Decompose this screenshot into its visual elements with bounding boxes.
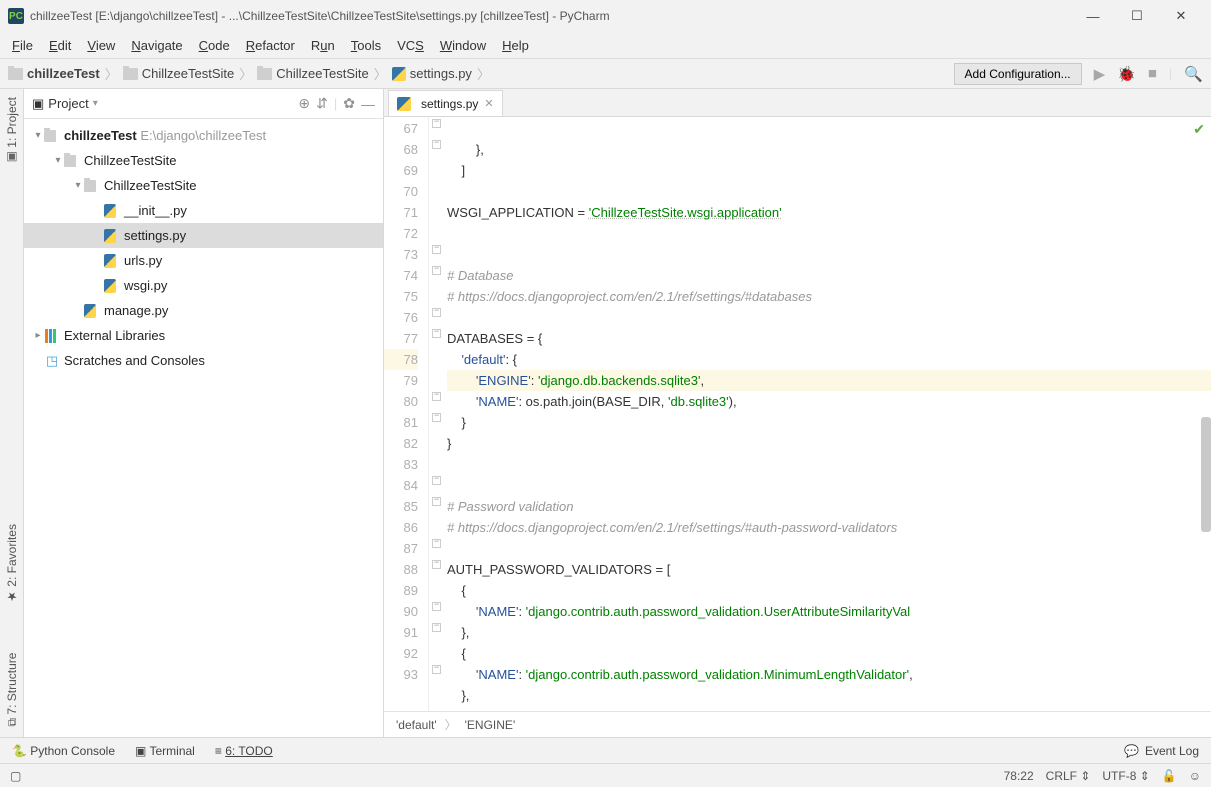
collapse-icon[interactable]: ⇵ bbox=[316, 95, 328, 112]
fold-column[interactable] bbox=[429, 117, 447, 711]
left-tool-strip: ▣1: Project ★2: Favorites ⧉7: Structure bbox=[0, 89, 24, 737]
project-panel-title: Project bbox=[48, 96, 88, 111]
menu-window[interactable]: Window bbox=[432, 36, 494, 55]
tab-label: settings.py bbox=[421, 97, 478, 111]
breadcrumb[interactable]: chillzeeTest 〉 ChillzeeTestSite 〉 Chillz… bbox=[8, 64, 495, 83]
crumb-2: ChillzeeTestSite bbox=[276, 66, 369, 81]
tree-file[interactable]: __init__.py bbox=[24, 198, 383, 223]
tree-folder[interactable]: ▾ChillzeeTestSite bbox=[24, 173, 383, 198]
event-log-tab[interactable]: 💬 Event Log bbox=[1124, 744, 1199, 758]
menu-vcs[interactable]: VCS bbox=[389, 36, 432, 55]
settings-icon[interactable]: ✿ bbox=[343, 95, 355, 112]
project-panel-icon: ▣ bbox=[32, 96, 44, 112]
cursor-position[interactable]: 78:22 bbox=[1004, 769, 1034, 783]
python-console-tab[interactable]: 🐍 Python Console bbox=[12, 744, 115, 758]
project-tree[interactable]: ▾chillzeeTest E:\django\chillzeeTest ▾Ch… bbox=[24, 119, 383, 377]
stop-icon[interactable]: ■ bbox=[1148, 65, 1157, 82]
menu-edit[interactable]: Edit bbox=[41, 36, 79, 55]
titlebar: PC chillzeeTest [E:\django\chillzeeTest]… bbox=[0, 0, 1211, 32]
tree-file-selected[interactable]: settings.py bbox=[24, 223, 383, 248]
todo-tab[interactable]: ≡ 6: TODO bbox=[215, 744, 273, 758]
code-content[interactable]: 💡 }, ]WSGI_APPLICATION = 'ChillzeeTestSi… bbox=[447, 117, 1211, 711]
crumb-1: ChillzeeTestSite bbox=[142, 66, 235, 81]
tree-file[interactable]: wsgi.py bbox=[24, 273, 383, 298]
crumb-file: settings.py bbox=[410, 66, 472, 81]
minimize-button[interactable]: — bbox=[1071, 2, 1115, 30]
tree-folder[interactable]: ▾ChillzeeTestSite bbox=[24, 148, 383, 173]
tool-windows-icon[interactable]: ▢ bbox=[10, 769, 21, 783]
debug-icon[interactable]: 🐞 bbox=[1117, 65, 1136, 83]
hector-icon[interactable]: ☺ bbox=[1189, 769, 1201, 783]
menu-refactor[interactable]: Refactor bbox=[238, 36, 303, 55]
tab-project[interactable]: ▣1: Project bbox=[5, 97, 19, 165]
file-encoding[interactable]: UTF-8 ⇕ bbox=[1102, 769, 1149, 783]
terminal-tab[interactable]: ▣ Terminal bbox=[135, 744, 195, 758]
tree-scratches[interactable]: ◳Scratches and Consoles bbox=[24, 348, 383, 373]
project-panel: ▣ Project ▾ ⊕ ⇵ | ✿ — ▾chillzeeTest E:\d… bbox=[24, 89, 384, 737]
folder-icon bbox=[123, 68, 138, 80]
tree-file[interactable]: urls.py bbox=[24, 248, 383, 273]
menu-code[interactable]: Code bbox=[191, 36, 238, 55]
menu-help[interactable]: Help bbox=[494, 36, 537, 55]
line-gutter: 6768697071727374757677787980818283848586… bbox=[384, 117, 429, 711]
tab-structure[interactable]: ⧉7: Structure bbox=[5, 653, 19, 727]
pycharm-icon: PC bbox=[8, 8, 24, 24]
window-title: chillzeeTest [E:\django\chillzeeTest] - … bbox=[30, 9, 1071, 23]
folder-icon bbox=[8, 68, 23, 80]
editor-area: settings.py ✕ ✔ 676869707172737475767778… bbox=[384, 89, 1211, 737]
menu-view[interactable]: View bbox=[79, 36, 123, 55]
hide-icon[interactable]: — bbox=[361, 96, 375, 112]
editor-breadcrumb[interactable]: 'default'〉'ENGINE' bbox=[384, 711, 1211, 737]
menu-bar: File Edit View Navigate Code Refactor Ru… bbox=[0, 32, 1211, 59]
menu-run[interactable]: Run bbox=[303, 36, 343, 55]
locate-icon[interactable]: ⊕ bbox=[298, 95, 310, 112]
menu-file[interactable]: File bbox=[4, 36, 41, 55]
run-icon[interactable]: ▶ bbox=[1094, 65, 1106, 83]
tree-external-libraries[interactable]: ▸External Libraries bbox=[24, 323, 383, 348]
navigation-bar: chillzeeTest 〉 ChillzeeTestSite 〉 Chillz… bbox=[0, 59, 1211, 89]
tab-favorites[interactable]: ★2: Favorites bbox=[5, 524, 19, 604]
tree-root[interactable]: ▾chillzeeTest E:\django\chillzeeTest bbox=[24, 123, 383, 148]
code-editor[interactable]: ✔ 67686970717273747576777879808182838485… bbox=[384, 117, 1211, 711]
maximize-button[interactable]: ☐ bbox=[1115, 2, 1159, 30]
tree-file[interactable]: manage.py bbox=[24, 298, 383, 323]
search-everywhere-icon[interactable]: 🔍 bbox=[1184, 65, 1203, 83]
readonly-icon[interactable]: 🔓 bbox=[1162, 769, 1177, 783]
editor-tab[interactable]: settings.py ✕ bbox=[388, 90, 503, 116]
crumb-root: chillzeeTest bbox=[27, 66, 100, 81]
close-tab-icon[interactable]: ✕ bbox=[484, 97, 493, 110]
close-button[interactable]: ✕ bbox=[1159, 2, 1203, 30]
python-file-icon bbox=[392, 67, 406, 81]
folder-icon bbox=[257, 68, 272, 80]
python-file-icon bbox=[397, 97, 411, 111]
menu-tools[interactable]: Tools bbox=[343, 36, 389, 55]
menu-navigate[interactable]: Navigate bbox=[123, 36, 190, 55]
add-configuration-button[interactable]: Add Configuration... bbox=[954, 63, 1082, 85]
status-bar: ▢ 78:22 CRLF ⇕ UTF-8 ⇕ 🔓 ☺ bbox=[0, 763, 1211, 787]
line-separator[interactable]: CRLF ⇕ bbox=[1046, 769, 1091, 783]
bottom-tool-bar: 🐍 Python Console ▣ Terminal ≡ 6: TODO 💬 … bbox=[0, 737, 1211, 763]
